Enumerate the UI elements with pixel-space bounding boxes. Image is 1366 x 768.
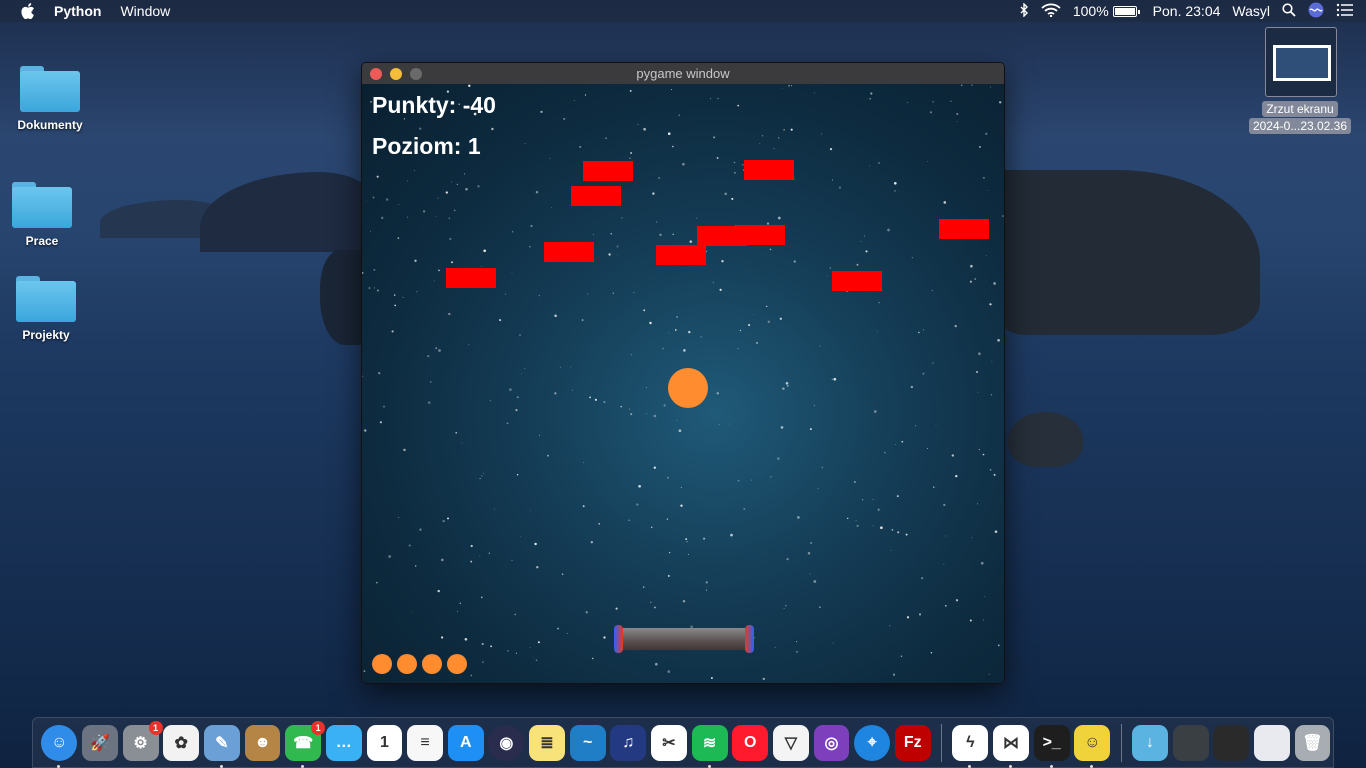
siri-menu-icon[interactable] [1308,2,1324,21]
spotlight-search-icon[interactable] [1282,2,1296,20]
running-indicator [968,764,972,768]
lives-indicator [372,654,472,674]
app-store-icon[interactable]: A [447,724,484,761]
cliff-silhouette [1000,170,1260,335]
folder-icon [20,66,80,112]
screenshot-thumbnail[interactable] [1265,27,1337,97]
ball [668,368,708,408]
rock-silhouette [1008,412,1083,467]
spotify-icon[interactable]: ≋ [691,724,728,768]
brick [446,268,496,288]
score-label: Punkty: -40 [372,92,496,118]
preview-icon[interactable]: ✎ [203,724,240,768]
contacts-icon[interactable]: ☻ [244,724,281,761]
brick [832,271,882,291]
paddle[interactable] [614,625,754,653]
messenger-icon[interactable]: ϟ [952,724,989,768]
system-preferences-icon[interactable]: ⚙ 1 [122,720,163,761]
opera-icon[interactable]: O [732,724,769,761]
finder-icon[interactable]: ☺ [41,724,78,768]
trash-icon[interactable]: 🗑 [1294,724,1331,761]
island-silhouette [200,172,370,252]
life-ball-icon [422,654,442,674]
app-menu-python[interactable]: Python [54,3,101,19]
running-indicator [1009,764,1013,768]
screenshot-thumbnail-label[interactable]: Zrzut ekranu 2024-0...23.02.36 [1240,101,1360,135]
life-ball-icon [447,654,467,674]
reminders-icon[interactable]: ≡ [407,724,444,761]
dock-separator [1120,723,1122,762]
window-titlebar[interactable]: pygame window [362,63,1004,84]
folder-icon [12,182,72,228]
cyberduck-icon[interactable]: ☺ [1074,724,1111,768]
brick [571,186,621,206]
running-indicator [219,764,223,768]
apple-icon[interactable] [21,3,35,19]
notification-badge: 1 [148,720,163,735]
audacity-icon[interactable]: ♫ [610,724,647,761]
siri-icon[interactable]: ◉ [488,724,525,761]
battery-icon[interactable] [1112,5,1140,17]
menu-window[interactable]: Window [120,3,170,19]
vscode-icon[interactable]: ⋈ [993,724,1029,768]
safari-icon[interactable]: ⌖ [854,724,891,761]
dock: ☺ 🚀 ⚙ 1 ✿ ✎ ☻ ☎ 1… 1 ≡ A ◉ ≣ ~ ♫ ✂ ≋ O ▽ ◎ ⌖ Fz ϟ ⋈ >_ ☺ ↓ 🗑 [32,717,1334,768]
brick [735,225,785,245]
running-indicator [57,764,61,768]
menu-bar: Python Window 100% Pon. 23:04 Wasyl [0,0,1366,22]
brick [544,242,594,262]
desktop-folder-dokumenty[interactable]: Dokumenty [5,66,95,132]
calendar-icon[interactable]: 1 [366,724,403,761]
dock-separator [941,723,943,762]
minimize-window-button[interactable] [390,68,402,80]
launchpad-icon[interactable]: 🚀 [82,724,118,761]
facetime-icon[interactable]: ☎ 1 [285,720,326,768]
desktop-folder-label: Projekty [22,328,70,342]
downloads-folder-icon[interactable]: ↓ [1132,724,1168,761]
desktop-folder-label: Prace [25,234,59,248]
running-indicator [1049,764,1053,768]
wifi-icon[interactable] [1041,3,1061,20]
messages-icon[interactable]: … [325,724,362,761]
brick [583,161,633,181]
close-window-button[interactable] [370,68,382,80]
openoffice-icon[interactable]: ~ [569,724,606,761]
life-ball-icon [397,654,417,674]
menu-user[interactable]: Wasyl [1232,3,1270,19]
proton-vpn-icon[interactable]: ▽ [772,724,809,761]
life-ball-icon [372,654,392,674]
running-indicator [301,764,305,768]
notification-badge: 1 [311,720,326,735]
photos-icon[interactable]: ✿ [163,724,200,761]
window-title: pygame window [636,66,730,81]
pygame-window: pygame window Punkty: -40 Poziom: 1 [361,62,1005,684]
desktop-folder-projekty[interactable]: Projekty [1,276,91,342]
filezilla-icon[interactable]: Fz [894,724,931,761]
stack-recent-1-icon[interactable] [1172,724,1209,761]
folder-icon [16,276,76,322]
desktop-folder-prace[interactable]: Prace [0,182,87,248]
menu-clock[interactable]: Pon. 23:04 [1153,3,1221,19]
level-label: Poziom: 1 [372,133,481,159]
running-indicator [707,764,711,768]
stack-recent-2-icon[interactable] [1213,724,1250,761]
control-center-icon[interactable] [1336,3,1354,20]
bluetooth-icon[interactable] [1019,1,1029,20]
brick [744,160,794,180]
terminal-icon[interactable]: >_ [1033,724,1070,768]
running-indicator [1090,764,1094,768]
tor-browser-icon[interactable]: ◎ [813,724,850,761]
stack-recent-3-icon[interactable] [1253,724,1290,761]
game-canvas[interactable]: Punkty: -40 Poziom: 1 [362,84,1004,683]
capcut-icon[interactable]: ✂ [651,724,687,761]
screenshot-label-line2: 2024-0...23.02.36 [1248,118,1352,134]
notes-icon[interactable]: ≣ [529,724,565,761]
screenshot-label-line1: Zrzut ekranu [1262,101,1338,117]
screenshot-preview-image [1273,45,1331,81]
desktop-folder-label: Dokumenty [17,118,83,132]
brick [939,219,989,239]
brick [656,245,706,265]
battery-percentage: 100% [1072,3,1109,19]
maximize-window-button[interactable] [410,68,422,80]
